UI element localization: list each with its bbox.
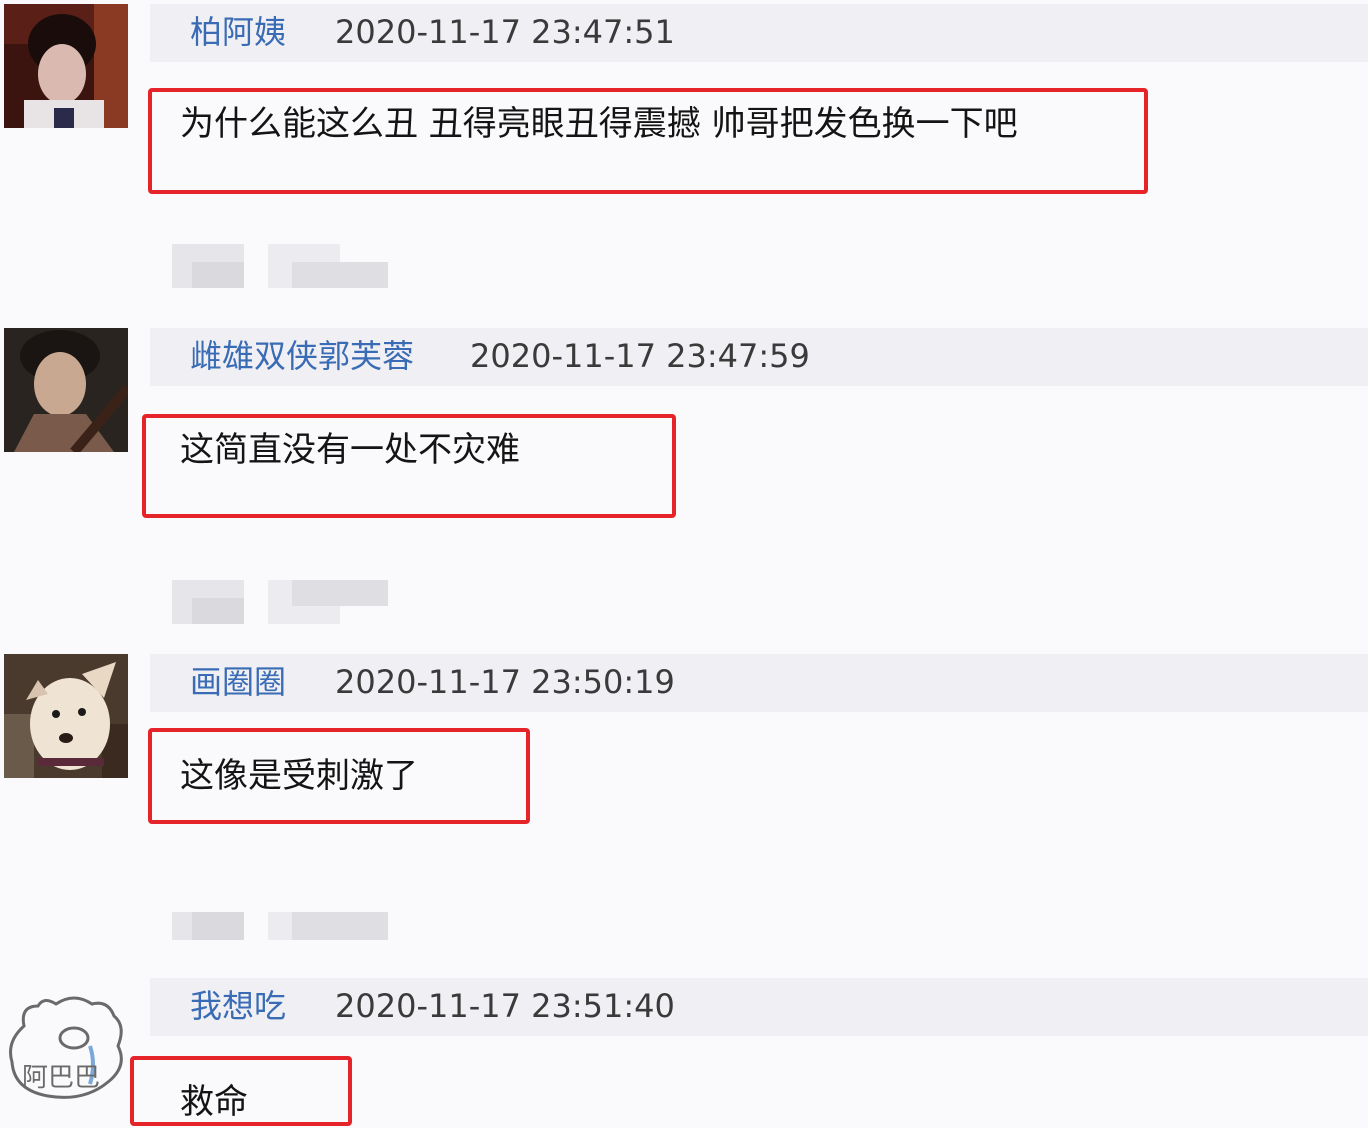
comment-text: 为什么能这么丑 丑得亮眼丑得震撼 帅哥把发色换一下吧 — [180, 104, 1018, 144]
comment-list-page: { "comments": [ { "username": "柏阿姨", "ti… — [0, 0, 1368, 1128]
comment-header: 我想吃 2020-11-17 23:51:40 — [150, 978, 1368, 1036]
sketch-bear-icon: 阿巴巴 — [4, 986, 128, 1110]
photo-actress-icon — [4, 328, 128, 452]
photo-dog-icon — [4, 654, 128, 778]
comment-text: 这像是受刺激了 — [180, 756, 418, 796]
redacted-content — [172, 244, 388, 292]
comment-text: 这简直没有一处不灾难 — [180, 430, 520, 470]
avatar[interactable] — [4, 4, 128, 128]
comment-item: 画圈圈 2020-11-17 23:50:19 这像是受刺激了 — [0, 654, 1368, 854]
timestamp: 2020-11-17 23:47:51 — [335, 13, 675, 51]
username-link[interactable]: 我想吃 — [190, 986, 286, 1026]
avatar-caption: 阿巴巴 — [22, 1063, 100, 1093]
redacted-content — [172, 912, 388, 960]
timestamp: 2020-11-17 23:47:59 — [470, 337, 810, 375]
timestamp: 2020-11-17 23:50:19 — [335, 663, 675, 701]
comment-text: 救命 — [180, 1082, 248, 1122]
username-link[interactable]: 柏阿姨 — [190, 12, 286, 52]
comment-header: 柏阿姨 2020-11-17 23:47:51 — [150, 4, 1368, 62]
avatar[interactable] — [4, 654, 128, 778]
photo-woman-icon — [4, 4, 128, 128]
comment-item: 柏阿姨 2020-11-17 23:47:51 为什么能这么丑 丑得亮眼丑得震撼… — [0, 4, 1368, 204]
timestamp: 2020-11-17 23:51:40 — [335, 987, 675, 1025]
avatar[interactable]: 阿巴巴 — [4, 986, 128, 1110]
comment-item: 雌雄双侠郭芙蓉 2020-11-17 23:47:59 这简直没有一处不灾难 — [0, 328, 1368, 528]
username-link[interactable]: 雌雄双侠郭芙蓉 — [190, 336, 414, 376]
username-link[interactable]: 画圈圈 — [190, 662, 286, 702]
comment-item: 阿巴巴 我想吃 2020-11-17 23:51:40 救命 — [0, 978, 1368, 1128]
comment-header: 雌雄双侠郭芙蓉 2020-11-17 23:47:59 — [150, 328, 1368, 386]
avatar[interactable] — [4, 328, 128, 452]
redacted-content — [172, 580, 388, 628]
comment-header: 画圈圈 2020-11-17 23:50:19 — [150, 654, 1368, 712]
